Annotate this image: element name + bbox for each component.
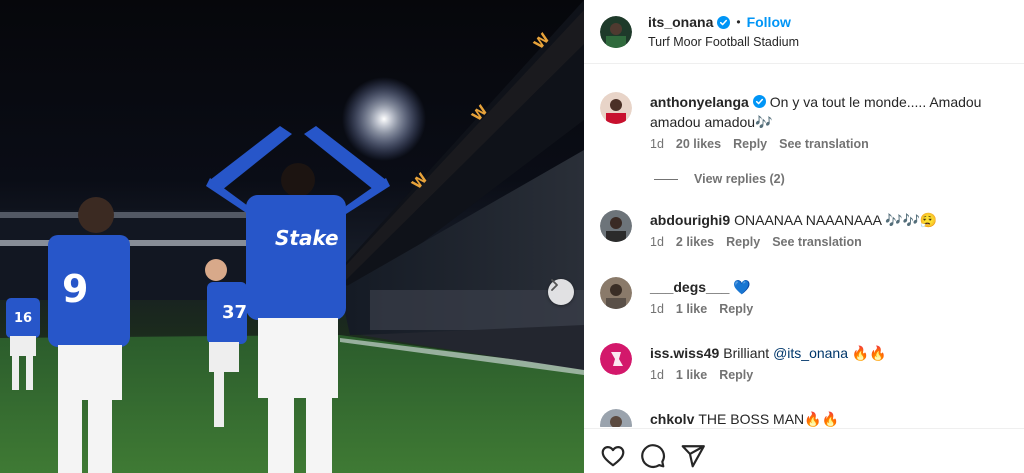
- comment-username[interactable]: abdourighi9: [650, 212, 730, 228]
- comment-text: abdourighi9 ONAANAA NAAANAAA 🎶🎶😮‍💨: [650, 210, 1006, 230]
- stadium-scene: W W W 9 16 37 Stake: [0, 0, 584, 473]
- author-username[interactable]: its_onana: [648, 14, 713, 30]
- next-photo-button[interactable]: [548, 279, 574, 305]
- replies-divider: [654, 178, 678, 180]
- post-photo: W W W 9 16 37 Stake: [0, 0, 584, 473]
- comment-body-suffix: 🔥🔥: [848, 345, 887, 361]
- verified-badge-icon: [752, 95, 766, 108]
- commenter-avatar[interactable]: [600, 343, 632, 375]
- floodlight: [342, 77, 426, 161]
- comment-username[interactable]: anthonyelanga: [650, 94, 749, 110]
- comment-body-prefix: Brilliant: [723, 345, 774, 361]
- post-location[interactable]: Turf Moor Football Stadium: [648, 35, 799, 49]
- comment-body: THE BOSS MAN🔥🔥: [698, 411, 840, 427]
- reply-button[interactable]: Reply: [733, 137, 767, 151]
- commenter-avatar[interactable]: [600, 409, 632, 427]
- comment-mention[interactable]: @its_onana: [773, 345, 848, 361]
- svg-text:16: 16: [14, 311, 32, 326]
- svg-text:37: 37: [222, 302, 247, 323]
- comment-time[interactable]: 1d: [650, 302, 664, 316]
- comment-username[interactable]: iss.wiss49: [650, 345, 719, 361]
- reply-button[interactable]: Reply: [719, 302, 753, 316]
- post-side-panel: its_onana • Follow Turf Moor Football St…: [584, 0, 1024, 473]
- comment-likes[interactable]: 1 like: [676, 302, 707, 316]
- post-header: its_onana • Follow Turf Moor Football St…: [584, 0, 1024, 64]
- commenter-avatar[interactable]: [600, 92, 632, 124]
- separator-dot: •: [736, 15, 741, 29]
- share-icon[interactable]: [680, 443, 706, 469]
- comment-meta: 1d 20 likes Reply See translation: [650, 137, 869, 151]
- see-translation-button[interactable]: See translation: [779, 137, 869, 151]
- comment-time[interactable]: 1d: [650, 368, 664, 382]
- comment-likes[interactable]: 20 likes: [676, 137, 721, 151]
- heart-icon[interactable]: [600, 443, 626, 469]
- chevron-right-icon: [551, 279, 558, 291]
- comment-username[interactable]: chkolv: [650, 411, 694, 427]
- commenter-avatar[interactable]: [600, 210, 632, 242]
- svg-text:Stake: Stake: [275, 226, 339, 250]
- svg-text:9: 9: [62, 267, 88, 311]
- reply-button[interactable]: Reply: [719, 368, 753, 382]
- comment-icon[interactable]: [640, 443, 666, 469]
- view-replies-button[interactable]: View replies (2): [654, 172, 785, 186]
- comment-time[interactable]: 1d: [650, 235, 664, 249]
- comment-username[interactable]: ___degs___: [650, 279, 729, 295]
- comment-meta: 1d 1 like Reply: [650, 302, 753, 316]
- comment-text: ___degs___ 💙: [650, 277, 1006, 297]
- see-translation-button[interactable]: See translation: [772, 235, 862, 249]
- comment-meta: 1d 1 like Reply: [650, 368, 753, 382]
- comment-time[interactable]: 1d: [650, 137, 664, 151]
- comment-list[interactable]: anthonyelanga On y va tout le monde..... …: [584, 65, 1024, 427]
- comment-likes[interactable]: 2 likes: [676, 235, 714, 249]
- comment-body: 💙: [733, 279, 751, 295]
- author-avatar[interactable]: [600, 16, 632, 48]
- comment-text: chkolv THE BOSS MAN🔥🔥: [650, 409, 1006, 427]
- comment-likes[interactable]: 1 like: [676, 368, 707, 382]
- verified-badge-icon: [717, 15, 731, 29]
- comment-text: iss.wiss49 Brilliant @its_onana 🔥🔥: [650, 343, 1006, 363]
- commenter-avatar[interactable]: [600, 277, 632, 309]
- comment-body: ONAANAA NAAANAAA 🎶🎶😮‍💨: [734, 212, 938, 228]
- post-actions-bar: [584, 428, 1024, 473]
- comment-meta: 1d 2 likes Reply See translation: [650, 235, 862, 249]
- follow-button[interactable]: Follow: [747, 14, 791, 30]
- reply-button[interactable]: Reply: [726, 235, 760, 249]
- view-replies-label: View replies (2): [694, 172, 785, 186]
- comment-text: anthonyelanga On y va tout le monde..... …: [650, 92, 1006, 132]
